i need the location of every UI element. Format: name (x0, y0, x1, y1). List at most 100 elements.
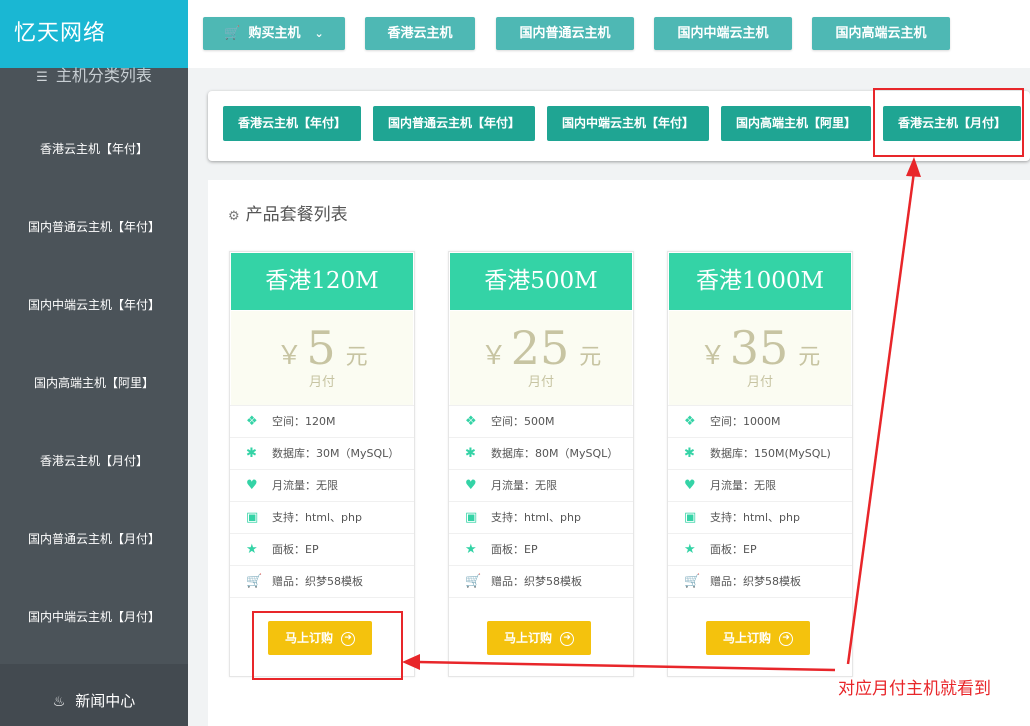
sidebar-item-cn-mid-monthly[interactable]: 国内中端云主机【月付】 (0, 597, 188, 637)
order-now-label: 马上订购 (722, 631, 771, 645)
tags-icon: ❖ (465, 414, 477, 429)
order-now-label: 马上订购 (503, 631, 552, 645)
currency-symbol: ￥ (699, 341, 726, 371)
feature-item: ❖ 空间：120M (230, 405, 414, 437)
feature-text: 支持：html、php (710, 511, 800, 524)
tags-icon: ❖ (246, 414, 258, 429)
plan-card: 香港1000M ￥35 元 月付 ❖ 空间：1000M ✱ 数据库：150M(MySQ… (667, 251, 853, 677)
order-now-button[interactable]: 马上订购 ➜ (706, 621, 810, 655)
feature-text: 支持：html、php (272, 511, 362, 524)
arrow-circle-icon: ➜ (779, 631, 793, 646)
feature-text: 赠品：织梦58模板 (272, 575, 363, 588)
currency-symbol: ￥ (276, 341, 303, 371)
plan-name: 香港1000M (669, 253, 851, 310)
feature-item: ❖ 空间：1000M (668, 405, 852, 437)
subcat-cn-high-aliyun[interactable]: 国内高端主机【阿里】 (721, 106, 871, 141)
asterisk-icon: ✱ (684, 446, 695, 461)
price-box: ￥25 元 月付 (450, 311, 632, 405)
subcat-cn-basic-yearly[interactable]: 国内普通云主机【年付】 (373, 106, 535, 141)
feature-item: ▣ 支持：html、php (230, 501, 414, 533)
brand-logo[interactable]: 忆天网络 (0, 0, 188, 68)
star-icon: ★ (684, 542, 696, 557)
order-now-button[interactable]: 马上订购 ➜ (487, 621, 591, 655)
heart-icon: ♥ (684, 478, 696, 493)
feature-item: ♥ 月流量：无限 (668, 469, 852, 501)
feature-item: ★ 面板：EP (668, 533, 852, 565)
feature-item: ✱ 数据库：80M（MySQL） (449, 437, 633, 469)
annotation-highlight-subcat (873, 88, 1024, 157)
sidebar-item-cn-basic-monthly[interactable]: 国内普通云主机【月付】 (0, 519, 188, 559)
annotation-highlight-order (252, 611, 403, 680)
plan-period: 月付 (527, 375, 554, 390)
top-nav: 🛒 购买主机 ⌄ 香港云主机 国内普通云主机 国内中端云主机 国内高端云主机 (188, 0, 1030, 68)
feature-item: ♥ 月流量：无限 (449, 469, 633, 501)
feature-item: 🛒 赠品：织梦58模板 (449, 565, 633, 597)
plan-price: 35 (729, 321, 789, 375)
cart-icon: 🛒 (224, 26, 241, 41)
feature-text: 数据库：80M（MySQL） (491, 447, 619, 460)
feature-item: ▣ 支持：html、php (449, 501, 633, 533)
heart-icon: ♥ (465, 478, 477, 493)
feature-text: 月流量：无限 (710, 479, 776, 492)
feature-item: 🛒 赠品：织梦58模板 (668, 565, 852, 597)
star-icon: ★ (465, 542, 477, 557)
tab-cn-high-cloud[interactable]: 国内高端云主机 (812, 17, 950, 50)
feature-text: 赠品：织梦58模板 (491, 575, 582, 588)
plan-name: 香港500M (450, 253, 632, 310)
feature-text: 月流量：无限 (491, 479, 557, 492)
html5-icon: ▣ (684, 510, 697, 525)
feature-item: ❖ 空间：500M (449, 405, 633, 437)
plan-card: 香港500M ￥25 元 月付 ❖ 空间：500M ✱ 数据库：80M（MySQL） … (448, 251, 634, 677)
chevron-down-icon: ⌄ (314, 27, 324, 40)
asterisk-icon: ✱ (246, 446, 257, 461)
sidebar-item-cn-high-aliyun[interactable]: 国内高端主机【阿里】 (0, 363, 188, 403)
tags-icon: ❖ (684, 414, 696, 429)
buy-host-label: 购买主机 (248, 26, 301, 41)
layers-icon: ☰ (36, 70, 48, 85)
plan-period: 月付 (308, 375, 335, 390)
card-footer: 马上订购 ➜ (449, 597, 633, 677)
category-heading-label: 主机分类列表 (55, 66, 152, 85)
products-title-label: 产品套餐列表 (245, 205, 348, 225)
feature-text: 数据库：30M（MySQL） (272, 447, 400, 460)
feature-item: ✱ 数据库：30M（MySQL） (230, 437, 414, 469)
feature-item: ▣ 支持：html、php (668, 501, 852, 533)
plan-price: 5 (306, 321, 336, 375)
plan-period: 月付 (746, 375, 773, 390)
feature-text: 面板：EP (491, 543, 538, 556)
feature-text: 面板：EP (272, 543, 319, 556)
annotation-text: 对应月付主机就看到 (838, 679, 991, 699)
subcat-hk-yearly[interactable]: 香港云主机【年付】 (223, 106, 361, 141)
price-unit: 元 (579, 345, 602, 370)
gears-icon: ⚙ (228, 209, 240, 224)
feature-text: 空间：120M (272, 415, 336, 428)
price-box: ￥35 元 月付 (669, 311, 851, 405)
subcat-cn-mid-yearly[interactable]: 国内中端云主机【年付】 (547, 106, 709, 141)
feature-text: 支持：html、php (491, 511, 581, 524)
plan-price: 25 (510, 321, 570, 375)
html5-icon: ▣ (246, 510, 259, 525)
sidebar-item-cn-mid-yearly[interactable]: 国内中端云主机【年付】 (0, 285, 188, 325)
sidebar-item-hk-monthly[interactable]: 香港云主机【月付】 (0, 441, 188, 481)
card-footer: 马上订购 ➜ (668, 597, 852, 677)
sidebar-item-hk-yearly[interactable]: 香港云主机【年付】 (0, 129, 188, 169)
buy-host-dropdown[interactable]: 🛒 购买主机 ⌄ (203, 17, 345, 50)
feature-text: 空间：500M (491, 415, 555, 428)
cart-icon: 🛒 (684, 574, 701, 589)
price-box: ￥5 元 月付 (231, 311, 413, 405)
tab-cn-basic-cloud[interactable]: 国内普通云主机 (496, 17, 634, 50)
feature-text: 面板：EP (710, 543, 757, 556)
category-heading: ☰ 主机分类列表 (0, 64, 188, 88)
products-title: ⚙ 产品套餐列表 (228, 200, 348, 225)
arrow-circle-icon: ➜ (560, 631, 574, 646)
tab-hk-cloud[interactable]: 香港云主机 (365, 17, 475, 50)
tab-cn-mid-cloud[interactable]: 国内中端云主机 (654, 17, 792, 50)
sidebar-news-center[interactable]: ♨ 新闻中心 (0, 664, 188, 726)
price-unit: 元 (798, 345, 821, 370)
sidebar-item-cn-basic-yearly[interactable]: 国内普通云主机【年付】 (0, 207, 188, 247)
news-center-label: 新闻中心 (75, 692, 136, 710)
feature-item: ♥ 月流量：无限 (230, 469, 414, 501)
feature-item: ✱ 数据库：150M(MySQL) (668, 437, 852, 469)
bell-icon: ♨ (52, 694, 66, 710)
feature-item: 🛒 赠品：织梦58模板 (230, 565, 414, 597)
